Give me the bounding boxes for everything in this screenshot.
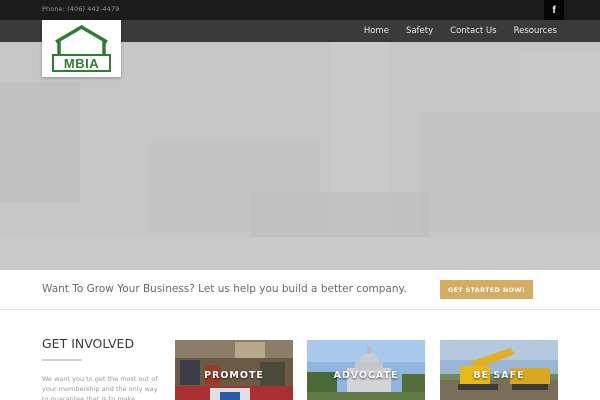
phone-number: Phone: (406) 442-4479 [42,5,120,13]
get-involved-section: GET INVOLVED We want you to get the most… [42,336,162,400]
title-underline [42,359,82,361]
tile-label: BE SAFE [473,370,525,381]
tile-label: ADVOCATE [333,370,399,381]
facebook-icon[interactable]: f [544,0,564,20]
tile-promote[interactable]: PROMOTE [175,340,293,400]
logo-text: MBIA [63,55,100,71]
nav-item-home[interactable]: Home [364,26,389,36]
tile-be-safe[interactable]: BE SAFE [440,340,558,400]
section-title: GET INVOLVED [42,336,135,351]
tile-label: PROMOTE [204,370,264,381]
nav-item-resources[interactable]: Resources [514,26,557,36]
nav-item-contact-us[interactable]: Contact Us [450,26,496,36]
cta-strip: Want To Grow Your Business? Let us help … [0,270,600,310]
nav-menu: Home Safety Contact Us Resources [347,20,557,42]
tile-advocate[interactable]: ADVOCATE [307,340,425,400]
section-body: We want you to get the most out of your … [42,375,158,400]
mbia-logo[interactable]: MBIA [42,20,121,77]
top-bar: Phone: (406) 442-4479 f [0,0,600,20]
nav-item-safety[interactable]: Safety [406,26,433,36]
cta-text: Want To Grow Your Business? Let us help … [42,283,407,295]
get-started-button[interactable]: GET STARTED NOW! [440,280,533,299]
